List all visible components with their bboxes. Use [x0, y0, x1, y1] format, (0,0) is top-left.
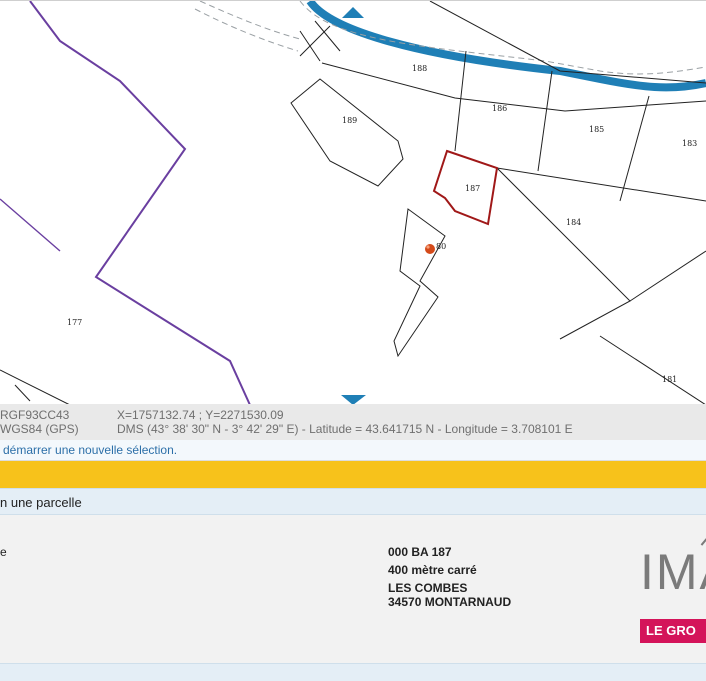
footer-bar [0, 663, 706, 681]
coordinates-bar: RGF93CC43 X=1757132.74 ; Y=2271530.09 WG… [0, 404, 706, 440]
logo-band: LE GRO [640, 619, 706, 643]
parcel-label[interactable]: 185 [589, 125, 604, 134]
parcel-label[interactable]: 181 [662, 375, 677, 384]
cadastral-map[interactable]: 188 189 186 185 183 187 184 80 177 181 [0, 0, 706, 405]
coord-system-1: RGF93CC43 [0, 408, 70, 422]
coord-value-1: X=1757132.74 ; Y=2271530.09 [117, 408, 284, 422]
parcel-locality: LES COMBES [388, 581, 468, 595]
coord-system-2: WGS84 (GPS) [0, 422, 79, 436]
logo-band-text: LE GRO [646, 623, 696, 638]
parcel-address: 34570 MONTARNAUD [388, 595, 512, 609]
new-selection-link[interactable]: démarrer une nouvelle sélection. [3, 443, 177, 457]
parcel-panel-header: n une parcelle [0, 488, 706, 515]
parcel-label[interactable]: 184 [566, 218, 581, 227]
location-marker-icon[interactable] [425, 244, 435, 254]
logo: IMA [640, 544, 706, 600]
parcel-label[interactable]: 188 [412, 64, 427, 73]
commune-border-left [0, 198, 61, 252]
panel-title: n une parcelle [0, 495, 82, 510]
selection-hint: démarrer une nouvelle sélection. [0, 440, 706, 461]
coord-value-2: DMS (43° 38' 30" N - 3° 42' 29" E) - Lat… [117, 422, 573, 436]
parcel-area: 400 mètre carré [388, 563, 477, 577]
road-dashed [194, 1, 301, 52]
parcel-label[interactable]: 187 [465, 184, 480, 193]
parcel-label[interactable]: 80 [436, 242, 446, 251]
parcel-reference: 000 BA 187 [388, 545, 452, 559]
map-canvas[interactable]: 188 189 186 185 183 187 184 80 177 181 [0, 1, 706, 405]
info-label-1: e [0, 545, 7, 559]
parcel-label[interactable]: 177 [67, 318, 82, 327]
parcel-label[interactable]: 189 [342, 116, 357, 125]
river [306, 1, 706, 92]
parcel-label[interactable]: 183 [682, 139, 697, 148]
commune-border [29, 1, 251, 405]
status-bar [0, 461, 706, 488]
parcel-lines [0, 50, 706, 405]
pan-up-arrow-icon[interactable] [342, 7, 364, 18]
parcel-info-panel: e 000 BA 187 400 mètre carré LES COMBES … [0, 515, 706, 663]
parcel-label[interactable]: 186 [492, 104, 507, 113]
road-lines [299, 1, 706, 84]
